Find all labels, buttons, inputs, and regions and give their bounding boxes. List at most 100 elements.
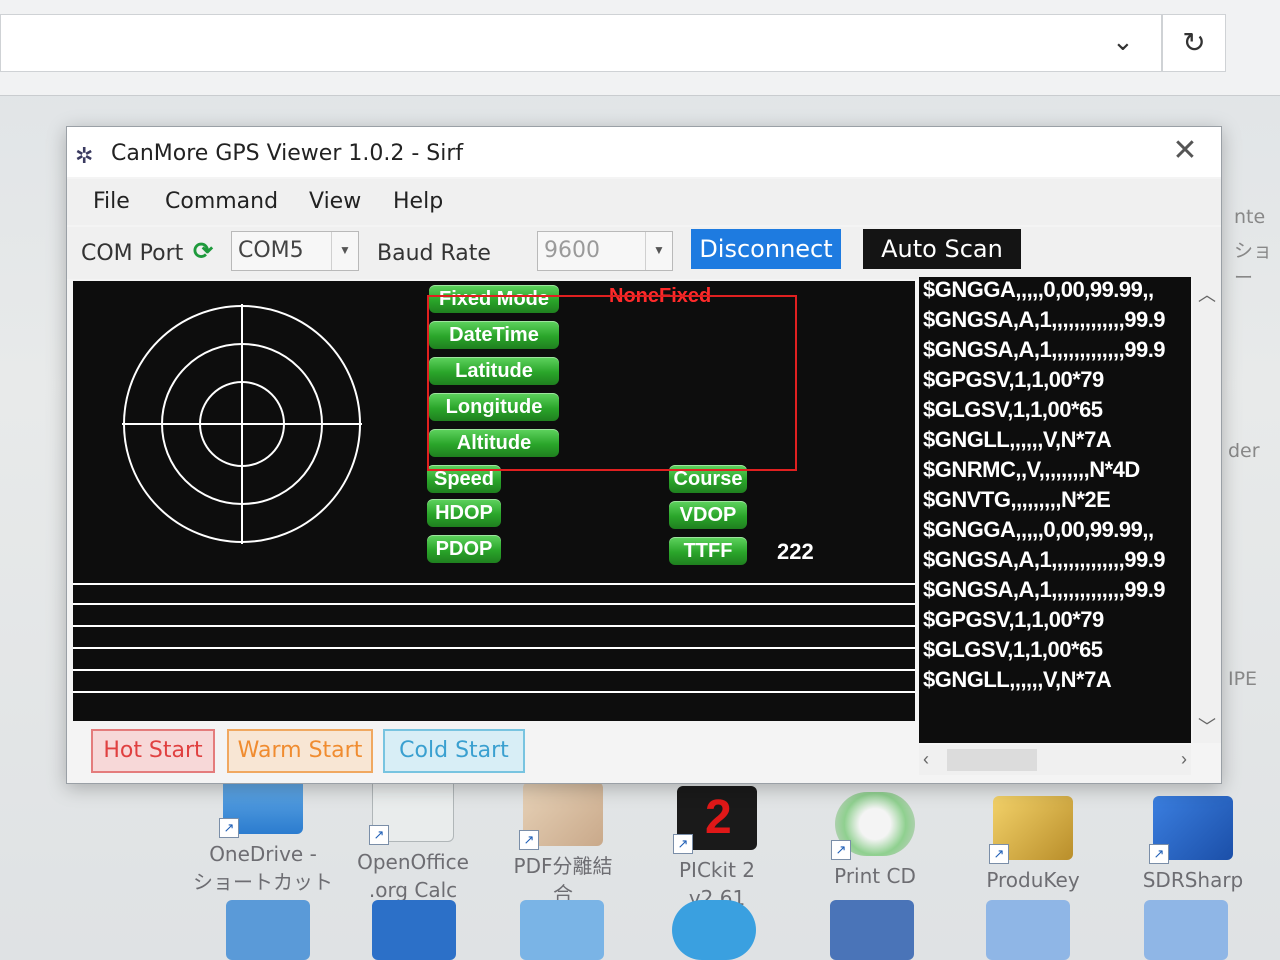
desktop-icon-produkey[interactable]: ↗ ProduKey: [958, 796, 1108, 894]
nmea-line: $GNGSA,A,1,,,,,,,,,,,,,99.9: [923, 337, 1166, 362]
shortcut-arrow-icon: ↗: [673, 834, 693, 854]
desktop-icon-label: PDF分離結: [513, 854, 613, 878]
shortcut-arrow-icon: ↗: [989, 844, 1009, 864]
shortcut-arrow-icon: ↗: [369, 825, 389, 845]
title-bar[interactable]: ✲ CanMore GPS Viewer 1.0.2 - Sirf ✕: [67, 127, 1221, 177]
cd-icon: ↗: [831, 792, 915, 860]
red-two-glyph-icon: 2: [705, 791, 732, 844]
cold-start-button[interactable]: Cold Start: [383, 729, 525, 773]
nmea-log[interactable]: $GNGGA,,,,,0,00,99.99,, $GNGSA,A,1,,,,,,…: [919, 277, 1191, 743]
warm-start-button[interactable]: Warm Start: [227, 729, 373, 773]
desktop-icon-label: ProduKey: [986, 868, 1080, 892]
desktop-icon-partial[interactable]: [1144, 900, 1228, 960]
com-port-value: COM5: [238, 238, 304, 263]
nmea-line: $GNGGA,,,,,0,00,99.99,,: [923, 277, 1154, 302]
window-title: CanMore GPS Viewer 1.0.2 - Sirf: [111, 141, 464, 166]
scroll-up-icon[interactable]: ︿: [1193, 281, 1221, 307]
signal-line: [73, 625, 915, 627]
scroll-left-icon[interactable]: ‹: [923, 749, 929, 770]
com-port-label: COM Port: [81, 241, 184, 266]
ttff-label: TTFF: [669, 537, 747, 565]
nmea-line: $GNGGA,,,,,0,00,99.99,,: [923, 517, 1154, 542]
desktop-icon-partial[interactable]: [520, 900, 604, 960]
desktop-icon-label: OneDrive -: [209, 842, 317, 866]
desktop-partial-label: der: [1228, 440, 1260, 462]
com-port-select[interactable]: COM5 ▼: [231, 231, 359, 271]
menu-file[interactable]: File: [93, 189, 130, 214]
desktop-icon-partial[interactable]: [226, 900, 310, 960]
pdop-label: PDOP: [427, 535, 501, 563]
key-icon: ↗: [989, 796, 1073, 864]
pickit-icon: 2 ↗: [673, 786, 757, 854]
baud-rate-label: Baud Rate: [377, 241, 491, 266]
sdrsharp-icon: ↗: [1149, 796, 1233, 864]
pdf-tool-icon: ↗: [519, 782, 603, 850]
refresh-icon[interactable]: ⟳: [193, 239, 219, 265]
desktop-partial-label: ショー: [1234, 240, 1273, 289]
nmea-line: $GLGSV,1,1,00*65: [923, 397, 1103, 422]
nmea-line: $GNGLL,,,,,,V,N*7A: [923, 427, 1112, 452]
desktop-icon-openoffice-calc[interactable]: ↗ OpenOffice .org Calc: [338, 776, 488, 904]
address-bar[interactable]: [0, 14, 1162, 72]
signal-line: [73, 647, 915, 649]
shortcut-arrow-icon: ↗: [831, 840, 851, 860]
desktop-icon-print-cd[interactable]: ↗ Print CD: [800, 792, 950, 890]
desktop-icon-label: OpenOffice: [357, 850, 469, 874]
nmea-line: $GNGLL,,,,,,V,N*7A: [923, 667, 1112, 692]
highlight-annotation-box: [427, 295, 797, 471]
nmea-line: $GPGSV,1,1,00*79: [923, 607, 1104, 632]
chevron-down-icon[interactable]: ⌄: [1112, 26, 1134, 57]
baud-rate-value: 9600: [544, 238, 600, 263]
menu-view[interactable]: View: [309, 189, 361, 214]
nmea-line: $GPGSV,1,1,00*79: [923, 367, 1104, 392]
desktop-icon-sdrsharp[interactable]: ↗ SDRSharp: [1118, 796, 1268, 894]
desktop-icon-label: ショートカット: [193, 870, 333, 894]
desktop-icon-partial[interactable]: [830, 900, 914, 960]
menu-bar: File Command View Help: [67, 179, 1221, 225]
connection-toolbar: COM Port ⟳ COM5 ▼ Baud Rate 9600 ▼ Disco…: [67, 227, 1221, 279]
auto-scan-button[interactable]: Auto Scan: [863, 229, 1021, 269]
satellite-sky-plot: [122, 304, 362, 544]
reload-icon[interactable]: ↻: [1162, 14, 1226, 72]
satellite-signal-bars: [73, 581, 915, 721]
hot-start-button[interactable]: Hot Start: [91, 729, 215, 773]
ttff-value: 222: [777, 539, 814, 564]
shortcut-arrow-icon: ↗: [519, 830, 539, 850]
desktop-partial-label: IPE: [1228, 668, 1258, 690]
gps-viewer-window: ✲ CanMore GPS Viewer 1.0.2 - Sirf ✕ File…: [66, 126, 1222, 784]
desktop-icon-onedrive[interactable]: ↗ OneDrive - ショートカット: [188, 770, 338, 896]
signal-line: [73, 583, 915, 585]
menu-help[interactable]: Help: [393, 189, 443, 214]
desktop-icon-partial[interactable]: [986, 900, 1070, 960]
signal-line: [73, 603, 915, 605]
desktop-icon-pickit2[interactable]: 2 ↗ PICkit 2 v2.61: [642, 786, 792, 912]
nmea-line: $GNGSA,A,1,,,,,,,,,,,,,99.9: [923, 577, 1166, 602]
gps-status-panel: Fixed Mode NoneFixed DateTime Latitude L…: [73, 281, 915, 721]
close-button[interactable]: ✕: [1163, 133, 1207, 169]
signal-line: [73, 669, 915, 671]
scroll-thumb[interactable]: [947, 749, 1037, 771]
shortcut-arrow-icon: ↗: [1149, 844, 1169, 864]
desktop-partial-label: nte: [1234, 206, 1266, 228]
hdop-label: HDOP: [427, 499, 501, 527]
scroll-down-icon[interactable]: ﹀: [1193, 713, 1221, 739]
shortcut-arrow-icon: ↗: [219, 818, 239, 838]
globe-icon[interactable]: [372, 900, 456, 960]
vertical-scrollbar[interactable]: ︿ ﹀: [1193, 277, 1221, 743]
signal-line: [73, 691, 915, 693]
browser-toolbar: ⌄ ↻: [0, 0, 1280, 96]
horizontal-scrollbar[interactable]: ‹ ›: [919, 745, 1191, 775]
desktop-icon-pdf-split[interactable]: ↗ PDF分離結 合: [488, 782, 638, 908]
menu-command[interactable]: Command: [165, 189, 278, 214]
nmea-line: $GLGSV,1,1,00*65: [923, 637, 1103, 662]
disconnect-button[interactable]: Disconnect: [691, 229, 841, 269]
nmea-line: $GNGSA,A,1,,,,,,,,,,,,,99.9: [923, 307, 1166, 332]
chevron-down-icon: ▼: [331, 232, 358, 270]
nmea-line: $GNVTG,,,,,,,,,N*2E: [923, 487, 1111, 512]
baud-rate-select[interactable]: 9600 ▼: [537, 231, 673, 271]
desktop-icon-label: PICkit 2: [679, 858, 755, 882]
scroll-right-icon[interactable]: ›: [1181, 749, 1187, 770]
youtube-icon[interactable]: [672, 900, 756, 960]
spreadsheet-icon: ↗: [369, 776, 454, 845]
desktop-icon-label: Print CD: [834, 864, 916, 888]
